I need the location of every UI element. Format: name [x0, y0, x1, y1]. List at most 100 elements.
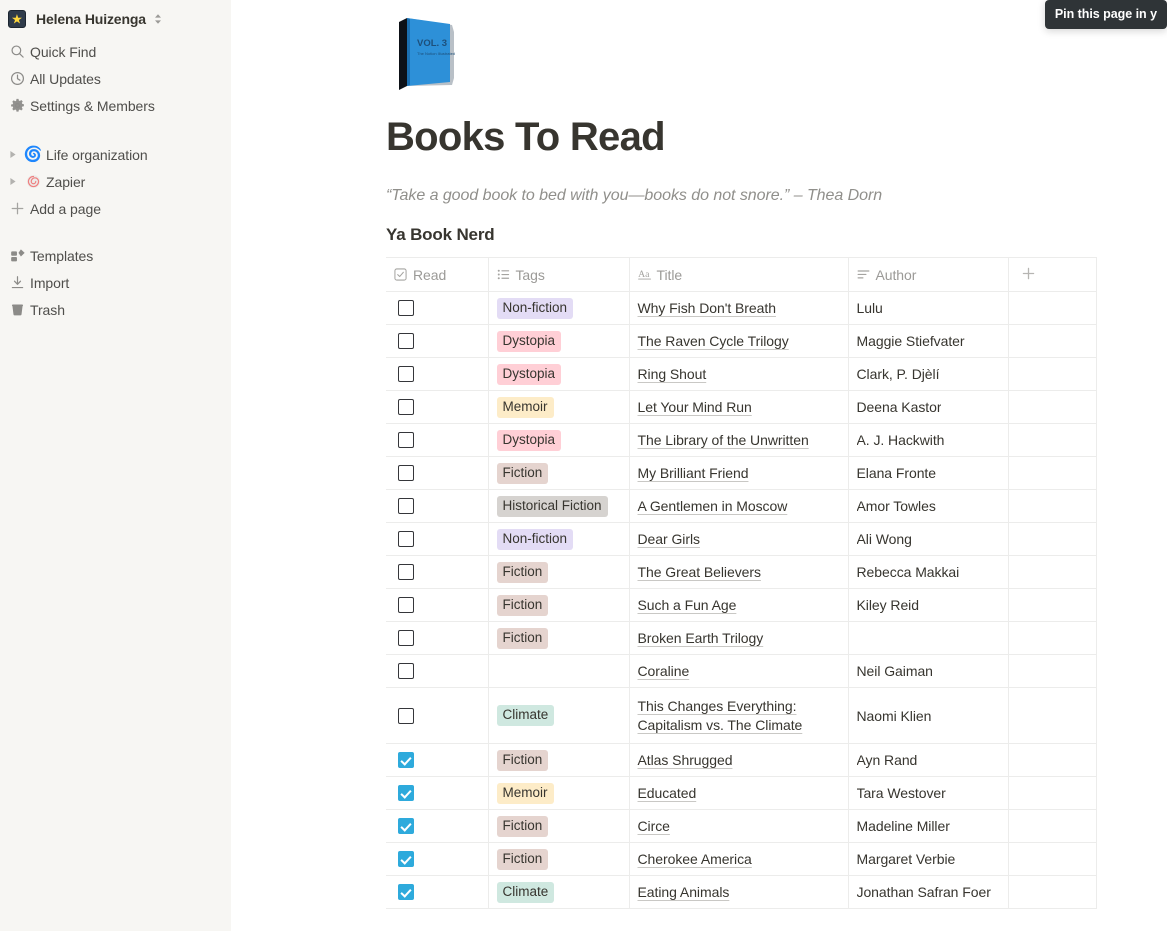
- table-row[interactable]: Climate This Changes Everything: Capitali…: [386, 688, 1096, 744]
- read-checkbox-unchecked[interactable]: [398, 333, 414, 349]
- cell-title[interactable]: Ring Shout: [629, 358, 848, 391]
- table-row[interactable]: FictionAtlas ShruggedAyn Rand: [386, 744, 1096, 777]
- cell-author[interactable]: Margaret Verbie: [848, 843, 1008, 876]
- cell-author[interactable]: Elana Fronte: [848, 457, 1008, 490]
- book-title-link[interactable]: Coraline: [638, 662, 690, 681]
- cell-title[interactable]: Eating Animals: [629, 876, 848, 909]
- cell-title[interactable]: Circe: [629, 810, 848, 843]
- cell-author[interactable]: Maggie Stiefvater: [848, 325, 1008, 358]
- cell-title[interactable]: Coraline: [629, 655, 848, 688]
- read-checkbox-unchecked[interactable]: [398, 708, 414, 724]
- read-checkbox-checked[interactable]: [398, 851, 414, 867]
- cell-tags[interactable]: Non-fiction: [488, 523, 629, 556]
- cell-tags[interactable]: Dystopia: [488, 358, 629, 391]
- read-checkbox-unchecked[interactable]: [398, 564, 414, 580]
- column-header-tags[interactable]: Tags: [488, 258, 629, 292]
- book-title-link[interactable]: Cherokee America: [638, 850, 752, 869]
- book-title-link[interactable]: Broken Earth Trilogy: [638, 629, 764, 648]
- book-title-link[interactable]: My Brilliant Friend: [638, 464, 749, 483]
- cell-title[interactable]: Why Fish Don't Breath: [629, 292, 848, 325]
- book-title-link[interactable]: Educated: [638, 784, 697, 803]
- table-row[interactable]: Fiction Broken Earth Trilogy: [386, 622, 1096, 655]
- tag-pill[interactable]: Fiction: [497, 595, 549, 616]
- cell-tags[interactable]: Fiction: [488, 622, 629, 655]
- read-checkbox-unchecked[interactable]: [398, 663, 414, 679]
- read-checkbox-unchecked[interactable]: [398, 630, 414, 646]
- column-header-author[interactable]: Author: [848, 258, 1008, 292]
- column-header-title[interactable]: Aa Title: [629, 258, 848, 292]
- triangle-right-icon[interactable]: [4, 150, 22, 159]
- book-title-link[interactable]: This Changes Everything: Capitalism vs. …: [638, 697, 840, 735]
- tag-pill[interactable]: Non-fiction: [497, 298, 574, 319]
- table-row[interactable]: Memoir Educated Tara Westover: [386, 777, 1096, 810]
- cell-tags[interactable]: Fiction: [488, 589, 629, 622]
- cell-author[interactable]: Amor Towles: [848, 490, 1008, 523]
- cell-tags[interactable]: Dystopia: [488, 424, 629, 457]
- cell-author[interactable]: [848, 622, 1008, 655]
- read-checkbox-checked[interactable]: [398, 818, 414, 834]
- read-checkbox-unchecked[interactable]: [398, 399, 414, 415]
- cell-tags[interactable]: Non-fiction: [488, 292, 629, 325]
- tag-pill[interactable]: Climate: [497, 705, 555, 726]
- page-icon[interactable]: VOL. 3 The Notion Illustrated: [386, 22, 464, 92]
- sidebar-item-all-updates[interactable]: All Updates: [0, 65, 231, 92]
- read-checkbox-checked[interactable]: [398, 785, 414, 801]
- book-title-link[interactable]: Such a Fun Age: [638, 596, 737, 615]
- sidebar-page-life-organization[interactable]: 🌀 Life organization: [0, 141, 231, 168]
- cell-title[interactable]: Broken Earth Trilogy: [629, 622, 848, 655]
- table-row[interactable]: Non-fictionWhy Fish Don't BreathLulu: [386, 292, 1096, 325]
- cell-tags[interactable]: Climate: [488, 876, 629, 909]
- table-row[interactable]: Dystopia The Library of the Unwritten A. J…: [386, 424, 1096, 457]
- cell-tags[interactable]: [488, 655, 629, 688]
- tag-pill[interactable]: Fiction: [497, 562, 549, 583]
- book-title-link[interactable]: Eating Animals: [638, 883, 730, 902]
- tag-pill[interactable]: Dystopia: [497, 364, 562, 385]
- column-header-read[interactable]: Read: [386, 258, 488, 292]
- table-row[interactable]: Historical Fiction A Gentlemen in Moscow A…: [386, 490, 1096, 523]
- book-title-link[interactable]: A Gentlemen in Moscow: [638, 497, 788, 516]
- cell-title[interactable]: The Great Believers: [629, 556, 848, 589]
- tag-pill[interactable]: Non-fiction: [497, 529, 574, 550]
- table-row[interactable]: FictionThe Great BelieversRebecca Makkai: [386, 556, 1096, 589]
- sidebar-item-trash[interactable]: Trash: [0, 296, 231, 323]
- read-checkbox-unchecked[interactable]: [398, 597, 414, 613]
- table-row[interactable]: FictionCirceMadeline Miller: [386, 810, 1096, 843]
- table-row[interactable]: Fiction My Brilliant Friend Elana Fronte: [386, 457, 1096, 490]
- table-row[interactable]: Fiction Cherokee America Margaret Verbie: [386, 843, 1096, 876]
- cell-title[interactable]: Cherokee America: [629, 843, 848, 876]
- table-row[interactable]: DystopiaRing ShoutClark, P. Djèlí: [386, 358, 1096, 391]
- tag-pill[interactable]: Memoir: [497, 397, 554, 418]
- cell-author[interactable]: A. J. Hackwith: [848, 424, 1008, 457]
- tag-pill[interactable]: Climate: [497, 882, 555, 903]
- cell-author[interactable]: Deena Kastor: [848, 391, 1008, 424]
- read-checkbox-unchecked[interactable]: [398, 366, 414, 382]
- table-row[interactable]: Dystopia The Raven Cycle TrilogyMaggie St…: [386, 325, 1096, 358]
- cell-title[interactable]: Let Your Mind Run: [629, 391, 848, 424]
- read-checkbox-unchecked[interactable]: [398, 300, 414, 316]
- read-checkbox-checked[interactable]: [398, 884, 414, 900]
- read-checkbox-unchecked[interactable]: [398, 531, 414, 547]
- read-checkbox-unchecked[interactable]: [398, 432, 414, 448]
- cell-tags[interactable]: Fiction: [488, 843, 629, 876]
- cell-title[interactable]: The Library of the Unwritten: [629, 424, 848, 457]
- cell-author[interactable]: Tara Westover: [848, 777, 1008, 810]
- cell-tags[interactable]: Fiction: [488, 457, 629, 490]
- cell-tags[interactable]: Memoir: [488, 777, 629, 810]
- book-title-link[interactable]: Dear Girls: [638, 530, 700, 549]
- cell-title[interactable]: Such a Fun Age: [629, 589, 848, 622]
- table-row[interactable]: Memoir Let Your Mind RunDeena Kastor: [386, 391, 1096, 424]
- cell-title[interactable]: The Raven Cycle Trilogy: [629, 325, 848, 358]
- book-title-link[interactable]: The Great Believers: [638, 563, 761, 582]
- tag-pill[interactable]: Dystopia: [497, 331, 562, 352]
- column-header-add-property[interactable]: [1008, 258, 1096, 292]
- book-title-link[interactable]: The Library of the Unwritten: [638, 431, 809, 450]
- sidebar-page-zapier[interactable]: Zapier: [0, 168, 231, 195]
- cell-author[interactable]: Neil Gaiman: [848, 655, 1008, 688]
- book-title-link[interactable]: Circe: [638, 817, 670, 836]
- tag-pill[interactable]: Dystopia: [497, 430, 562, 451]
- cell-tags[interactable]: Historical Fiction: [488, 490, 629, 523]
- tag-pill[interactable]: Fiction: [497, 628, 549, 649]
- tag-pill[interactable]: Fiction: [497, 463, 549, 484]
- tag-pill[interactable]: Memoir: [497, 783, 554, 804]
- cell-title[interactable]: My Brilliant Friend: [629, 457, 848, 490]
